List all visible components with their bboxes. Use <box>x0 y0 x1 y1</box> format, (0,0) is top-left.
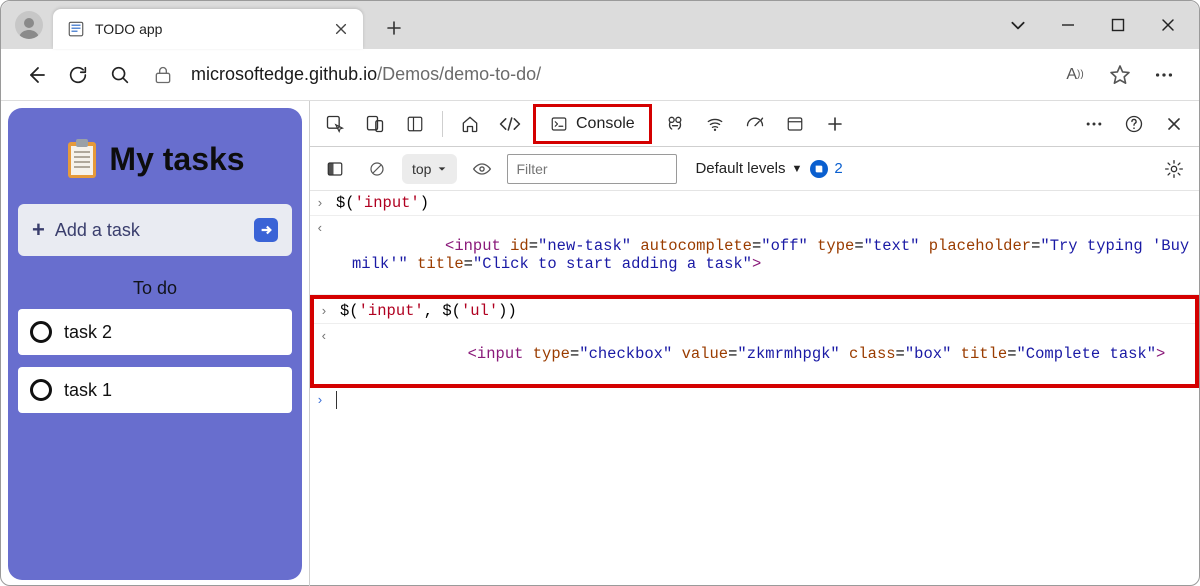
context-selector[interactable]: top <box>402 154 457 184</box>
section-heading: To do <box>18 278 292 299</box>
refresh-button[interactable] <box>57 54 99 96</box>
task-label: task 2 <box>64 322 112 343</box>
panel-layout-icon[interactable] <box>398 109 432 139</box>
device-toggle-icon[interactable] <box>358 109 392 139</box>
plus-icon: + <box>32 217 45 243</box>
console-icon <box>550 115 568 133</box>
browser-toolbar: microsoftedge.github.io/Demos/demo-to-do… <box>1 49 1199 101</box>
devtools-close-icon[interactable] <box>1157 109 1191 139</box>
site-info-icon[interactable] <box>149 61 177 89</box>
todo-app: My tasks + Add a task To do task 2 task … <box>8 108 302 580</box>
elements-tab-icon[interactable] <box>493 109 527 139</box>
devtools-panel: Console top Default levels <box>309 101 1199 586</box>
console-sidebar-toggle-icon[interactable] <box>318 154 352 184</box>
browser-tab[interactable]: TODO app <box>53 9 363 49</box>
minimize-button[interactable] <box>1043 1 1093 49</box>
prompt-icon: › <box>316 196 332 211</box>
app-title: My tasks <box>109 141 244 178</box>
more-button[interactable] <box>1143 54 1185 96</box>
close-window-button[interactable] <box>1143 1 1193 49</box>
console-output-row: ‹ <input id="new-task" autocomplete="off… <box>310 216 1199 295</box>
tab-close-button[interactable] <box>333 21 349 37</box>
sources-tab-icon[interactable] <box>658 109 692 139</box>
live-expression-icon[interactable] <box>465 154 499 184</box>
console-input-row: › $('input', $('ul')) <box>314 299 1195 324</box>
console-output[interactable]: › $('input') ‹ <input id="new-task" auto… <box>310 191 1199 586</box>
clipboard-icon <box>65 138 99 180</box>
result-icon: ‹ <box>316 221 332 236</box>
log-levels-selector[interactable]: Default levels ▼ <box>695 160 802 177</box>
favorite-button[interactable] <box>1099 54 1141 96</box>
clear-console-icon[interactable] <box>360 154 394 184</box>
issues-badge[interactable]: 2 <box>810 160 842 178</box>
prompt-icon: › <box>320 304 336 319</box>
window-titlebar: TODO app <box>1 1 1199 49</box>
console-input-row: › $('input') <box>310 191 1199 216</box>
network-tab-icon[interactable] <box>698 109 732 139</box>
console-output-row: ‹ <input type="checkbox" value="zkmrmhpg… <box>314 324 1195 384</box>
prompt-icon: › <box>316 393 332 408</box>
console-filter-input[interactable] <box>507 154 677 184</box>
profile-avatar[interactable] <box>15 11 43 39</box>
read-aloud-button[interactable]: A)) <box>1053 54 1097 96</box>
back-button[interactable] <box>15 54 57 96</box>
devtools-tabbar: Console <box>310 101 1199 147</box>
caret-down-icon <box>437 164 447 174</box>
welcome-tab-icon[interactable] <box>453 109 487 139</box>
tab-favicon-icon <box>67 20 85 38</box>
help-icon[interactable] <box>1117 109 1151 139</box>
task-label: task 1 <box>64 380 112 401</box>
inspect-element-icon[interactable] <box>318 109 352 139</box>
task-item[interactable]: task 1 <box>18 367 292 413</box>
result-icon: ‹ <box>320 329 336 344</box>
console-tab-label: Console <box>576 115 635 133</box>
tab-title: TODO app <box>95 21 333 37</box>
task-checkbox[interactable] <box>30 321 52 343</box>
more-tabs-icon[interactable] <box>818 109 852 139</box>
performance-tab-icon[interactable] <box>738 109 772 139</box>
devtools-more-icon[interactable] <box>1077 109 1111 139</box>
memory-tab-icon[interactable] <box>778 109 812 139</box>
add-task-label: Add a task <box>55 220 140 241</box>
caret-down-icon[interactable] <box>993 1 1043 49</box>
task-item[interactable]: task 2 <box>18 309 292 355</box>
search-button[interactable] <box>99 54 141 96</box>
app-viewport: My tasks + Add a task To do task 2 task … <box>1 101 309 586</box>
maximize-button[interactable] <box>1093 1 1143 49</box>
address-bar[interactable]: microsoftedge.github.io/Demos/demo-to-do… <box>149 54 1045 96</box>
console-toolbar: top Default levels ▼ 2 <box>310 147 1199 191</box>
console-prompt-row[interactable]: › <box>310 388 1199 417</box>
issues-icon <box>810 160 828 178</box>
add-task-button[interactable]: + Add a task <box>18 204 292 256</box>
window-controls <box>993 1 1199 49</box>
submit-arrow-icon[interactable] <box>254 218 278 242</box>
caret-down-icon: ▼ <box>792 163 803 175</box>
console-settings-icon[interactable] <box>1157 154 1191 184</box>
task-checkbox[interactable] <box>30 379 52 401</box>
url-text: microsoftedge.github.io/Demos/demo-to-do… <box>191 64 541 85</box>
highlighted-console-block: › $('input', $('ul')) ‹ <input type="che… <box>310 295 1199 388</box>
console-tab[interactable]: Console <box>533 104 652 144</box>
new-tab-button[interactable] <box>377 11 411 45</box>
